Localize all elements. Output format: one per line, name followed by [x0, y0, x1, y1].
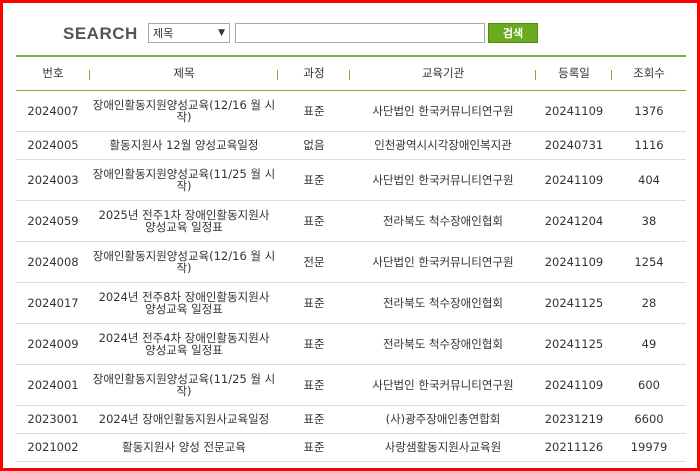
- search-button[interactable]: 검색: [488, 23, 538, 43]
- cell-date: 20231219: [536, 405, 612, 434]
- cell-title-link[interactable]: 2024년 장애인활동지원사교육일정: [90, 405, 278, 434]
- cell-views: 6600: [612, 405, 686, 434]
- search-field-select[interactable]: 제목 ▼: [148, 23, 230, 43]
- cell-course: 표준: [278, 159, 350, 201]
- cell-views: 1254: [612, 241, 686, 283]
- cell-views: 1376: [612, 90, 686, 132]
- cell-title-link[interactable]: 2024년 전주8차 장애인활동지원사 양성교육 일정표: [90, 282, 278, 324]
- cell-org: 전라북도 척수장애인협회: [350, 323, 536, 365]
- cell-no: 2024009: [16, 323, 90, 365]
- table-row[interactable]: 2024059 2025년 전주1차 장애인활동지원사 양성교육 일정표 표준 …: [16, 200, 686, 242]
- cell-org: 전라북도 척수장애인협회: [350, 200, 536, 242]
- cell-views: 404: [612, 159, 686, 201]
- cell-course: 표준: [278, 405, 350, 434]
- table-row[interactable]: 2024008 장애인활동지원양성교육(12/16 월 시작) 전문 사단법인 …: [16, 241, 686, 283]
- header-no: 번호: [16, 55, 90, 91]
- header-date: 등록일: [536, 55, 612, 91]
- cell-org: 전라북도 척수장애인협회: [350, 282, 536, 324]
- cell-course: 표준: [278, 433, 350, 462]
- cell-course: 표준: [278, 282, 350, 324]
- cell-no: 2024005: [16, 131, 90, 160]
- cell-course: 없음: [278, 131, 350, 160]
- cell-no: 2021002: [16, 433, 90, 462]
- cell-course: 전문: [278, 241, 350, 283]
- cell-org: (사)광주장애인총연합회: [350, 405, 536, 434]
- cell-date: 20241125: [536, 282, 612, 324]
- table-row[interactable]: 2024009 2024년 전주4차 장애인활동지원사 양성교육 일정표 표준 …: [16, 323, 686, 365]
- cell-no: 2024001: [16, 364, 90, 406]
- cell-org: 사랑샘활동지원사교육원: [350, 433, 536, 462]
- cell-org: 사단법인 한국커뮤니티연구원: [350, 364, 536, 406]
- search-field-select-value: 제목: [153, 27, 174, 40]
- table-row[interactable]: 2024001 장애인활동지원양성교육(11/25 월 시작) 표준 사단법인 …: [16, 364, 686, 406]
- cell-course: 표준: [278, 200, 350, 242]
- table-row[interactable]: 2024003 장애인활동지원양성교육(11/25 월 시작) 표준 사단법인 …: [16, 159, 686, 201]
- cell-date: 20241109: [536, 90, 612, 132]
- cell-no: 2024008: [16, 241, 90, 283]
- search-bar: SEARCH 제목 ▼ 검색: [3, 3, 697, 53]
- cell-views: 38: [612, 200, 686, 242]
- page-frame: SEARCH 제목 ▼ 검색 번호 제목 과정 교육기관 등록일 조회수 202…: [0, 0, 700, 471]
- cell-course: 표준: [278, 364, 350, 406]
- cell-title-link[interactable]: 장애인활동지원양성교육(11/25 월 시작): [90, 159, 278, 201]
- cell-org: 인천광역시시각장애인복지관: [350, 131, 536, 160]
- cell-date: 20241125: [536, 323, 612, 365]
- cell-no: 2024059: [16, 200, 90, 242]
- cell-date: 20241109: [536, 159, 612, 201]
- table-row[interactable]: 2021002 활동지원사 양성 전문교육 표준 사랑샘활동지원사교육원 202…: [16, 433, 686, 462]
- table-row[interactable]: 2024007 장애인활동지원양성교육(12/16 월 시작) 표준 사단법인 …: [16, 90, 686, 132]
- cell-course: 표준: [278, 323, 350, 365]
- table-header-row: 번호 제목 과정 교육기관 등록일 조회수: [16, 55, 686, 91]
- header-views: 조회수: [612, 55, 686, 91]
- cell-no: 2024003: [16, 159, 90, 201]
- cell-course: 표준: [278, 90, 350, 132]
- cell-date: 20241204: [536, 200, 612, 242]
- cell-title-link[interactable]: 장애인활동지원양성교육(12/16 월 시작): [90, 241, 278, 283]
- cell-no: 2024017: [16, 282, 90, 324]
- header-course: 과정: [278, 55, 350, 91]
- cell-views: 28: [612, 282, 686, 324]
- header-title: 제목: [90, 55, 278, 91]
- cell-title-link[interactable]: 장애인활동지원양성교육(11/25 월 시작): [90, 364, 278, 406]
- cell-title-link[interactable]: 장애인활동지원양성교육(12/16 월 시작): [90, 90, 278, 132]
- cell-views: 19979: [612, 433, 686, 462]
- cell-org: 사단법인 한국커뮤니티연구원: [350, 241, 536, 283]
- header-org: 교육기관: [350, 55, 536, 91]
- cell-date: 20241109: [536, 241, 612, 283]
- cell-no: 2024007: [16, 90, 90, 132]
- cell-title-link[interactable]: 활동지원사 12월 양성교육일정: [90, 131, 278, 160]
- cell-views: 49: [612, 323, 686, 365]
- cell-date: 20211126: [536, 433, 612, 462]
- table-row[interactable]: 2023001 2024년 장애인활동지원사교육일정 표준 (사)광주장애인총연…: [16, 405, 686, 434]
- cell-date: 20241109: [536, 364, 612, 406]
- cell-date: 20240731: [536, 131, 612, 160]
- cell-title-link[interactable]: 활동지원사 양성 전문교육: [90, 433, 278, 462]
- cell-title-link[interactable]: 2025년 전주1차 장애인활동지원사 양성교육 일정표: [90, 200, 278, 242]
- chevron-down-icon: ▼: [218, 28, 225, 38]
- search-input[interactable]: [235, 23, 485, 43]
- cell-views: 1116: [612, 131, 686, 160]
- cell-no: 2023001: [16, 405, 90, 434]
- cell-org: 사단법인 한국커뮤니티연구원: [350, 90, 536, 132]
- cell-views: 600: [612, 364, 686, 406]
- education-table: 번호 제목 과정 교육기관 등록일 조회수 2024007 장애인활동지원양성교…: [16, 55, 686, 462]
- cell-org: 사단법인 한국커뮤니티연구원: [350, 159, 536, 201]
- search-title: SEARCH: [63, 24, 138, 43]
- table-row[interactable]: 2024005 활동지원사 12월 양성교육일정 없음 인천광역시시각장애인복지…: [16, 131, 686, 160]
- cell-title-link[interactable]: 2024년 전주4차 장애인활동지원사 양성교육 일정표: [90, 323, 278, 365]
- table-row[interactable]: 2024017 2024년 전주8차 장애인활동지원사 양성교육 일정표 표준 …: [16, 282, 686, 324]
